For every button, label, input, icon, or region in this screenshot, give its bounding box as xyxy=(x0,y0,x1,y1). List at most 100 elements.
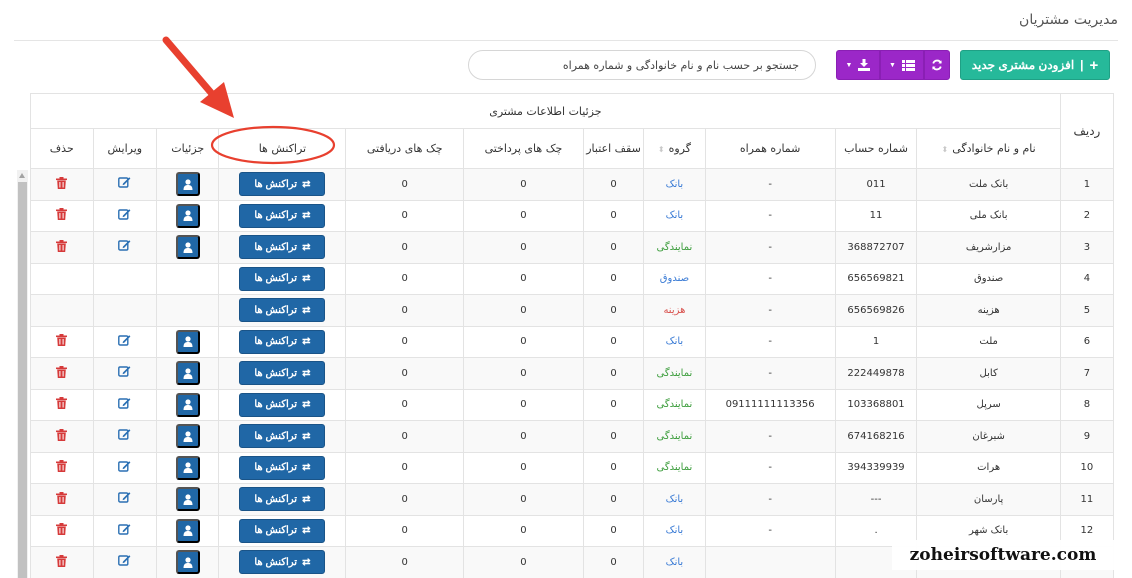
trash-icon[interactable] xyxy=(56,491,68,507)
details-button[interactable] xyxy=(175,361,200,386)
column-header-name[interactable]: نام و نام خانوادگی⬍ xyxy=(916,128,1061,169)
user-icon xyxy=(183,368,193,379)
user-icon xyxy=(183,525,193,537)
trash-icon[interactable] xyxy=(56,208,68,223)
edit-icon[interactable] xyxy=(118,335,131,350)
sort-icon: ⬍ xyxy=(941,145,949,154)
transactions-button-label: تراکنش ها xyxy=(254,556,298,568)
user-icon xyxy=(183,210,193,222)
cell-transactions: ⇄ تراکنش ها xyxy=(218,199,347,232)
cell-edit xyxy=(92,483,158,516)
cell-received-checks: 0 xyxy=(345,388,465,421)
details-button[interactable] xyxy=(175,424,200,449)
vertical-scrollbar[interactable] xyxy=(17,170,28,578)
cell-mobile: - xyxy=(704,262,836,295)
cell-edit xyxy=(92,231,158,264)
edit-icon[interactable] xyxy=(118,240,131,255)
cell-paid-checks: 0 xyxy=(463,483,584,516)
trash-icon[interactable] xyxy=(56,397,68,412)
exchange-icon: ⇄ xyxy=(302,304,311,316)
cell-details xyxy=(156,199,220,232)
transactions-button[interactable]: ⇄ تراکنش ها xyxy=(239,424,326,449)
cell-name: هزینه xyxy=(916,294,1061,327)
search-input[interactable] xyxy=(468,50,816,80)
title-divider xyxy=(14,40,1118,41)
trash-icon[interactable] xyxy=(56,239,68,255)
edit-icon[interactable] xyxy=(118,461,131,476)
edit-icon[interactable] xyxy=(118,398,131,413)
edit-icon[interactable] xyxy=(118,366,131,381)
trash-icon[interactable] xyxy=(56,176,68,192)
cell-details xyxy=(156,514,220,547)
cell-group: بانک xyxy=(643,546,706,578)
add-customer-label: افزودن مشتری جدید xyxy=(971,58,1075,72)
transactions-button[interactable]: ⇄ تراکنش ها xyxy=(239,487,326,512)
exchange-icon: ⇄ xyxy=(302,367,311,379)
transactions-button[interactable]: ⇄ تراکنش ها xyxy=(239,298,326,323)
scroll-up-arrow-icon[interactable] xyxy=(19,173,25,178)
cell-rowno: 4 xyxy=(1059,262,1114,295)
details-button[interactable] xyxy=(175,235,200,260)
details-button[interactable] xyxy=(175,329,200,354)
transactions-button-label: تراکنش ها xyxy=(254,273,298,285)
edit-icon[interactable] xyxy=(118,177,131,192)
trash-icon[interactable] xyxy=(56,523,68,538)
cell-credit: 0 xyxy=(582,357,645,390)
transactions-button[interactable]: ⇄ تراکنش ها xyxy=(239,361,326,386)
table-row: 7 کابل 222449878- نمایندگی 0 0 0 ⇄ تراکنش ها xyxy=(30,357,1114,390)
details-button[interactable] xyxy=(175,455,200,480)
edit-icon[interactable] xyxy=(118,492,131,507)
details-button[interactable] xyxy=(175,392,200,417)
cell-paid-checks: 0 xyxy=(463,357,584,390)
cell-account: 656569821 xyxy=(834,262,918,295)
transactions-button[interactable]: ⇄ تراکنش ها xyxy=(239,266,326,291)
cell-delete xyxy=(30,357,94,390)
column-header-details: جزئیات xyxy=(156,128,220,169)
edit-icon[interactable] xyxy=(118,429,131,444)
table-row: 3 مزارشریف 368872707- نمایندگی 0 0 0 ⇄ تراکنش ها xyxy=(30,231,1114,264)
user-icon xyxy=(183,242,193,253)
trash-icon[interactable] xyxy=(56,334,68,349)
transactions-button[interactable]: ⇄ تراکنش ها xyxy=(239,550,326,575)
cell-credit: 0 xyxy=(582,294,645,327)
watermark: zoheirsoftware.com xyxy=(892,540,1114,570)
transactions-button[interactable]: ⇄ تراکنش ها xyxy=(239,235,326,260)
cell-edit xyxy=(92,388,158,421)
column-header-group[interactable]: گروه⬍ xyxy=(643,128,706,169)
cell-transactions: ⇄ تراکنش ها xyxy=(218,168,347,201)
cell-rowno: 1 xyxy=(1059,168,1114,201)
edit-icon[interactable] xyxy=(118,209,131,224)
export-button[interactable]: ▼ xyxy=(836,50,880,80)
add-customer-button[interactable]: + | افزودن مشتری جدید xyxy=(960,50,1110,80)
trash-icon[interactable] xyxy=(56,460,68,475)
transactions-button-label: تراکنش ها xyxy=(254,399,298,411)
refresh-button[interactable] xyxy=(924,50,950,80)
transactions-button[interactable]: ⇄ تراکنش ها xyxy=(239,203,326,228)
transactions-button[interactable]: ⇄ تراکنش ها xyxy=(239,518,326,543)
edit-icon[interactable] xyxy=(118,524,131,539)
edit-icon[interactable] xyxy=(118,555,131,570)
scrollbar-thumb[interactable] xyxy=(18,182,27,578)
transactions-button[interactable]: ⇄ تراکنش ها xyxy=(239,455,326,480)
cell-paid-checks: 0 xyxy=(463,420,584,453)
cell-group: نمایندگی xyxy=(643,231,706,264)
transactions-button[interactable]: ⇄ تراکنش ها xyxy=(239,329,326,354)
trash-icon[interactable] xyxy=(56,428,68,444)
details-button[interactable] xyxy=(175,518,200,543)
columns-toggle-button[interactable]: ▼ xyxy=(880,50,924,80)
cell-edit xyxy=(92,451,158,484)
cell-credit: 0 xyxy=(582,388,645,421)
transactions-button[interactable]: ⇄ تراکنش ها xyxy=(239,392,326,417)
details-button[interactable] xyxy=(175,203,200,228)
details-button[interactable] xyxy=(175,487,200,512)
column-header-credit: سقف اعتبار xyxy=(582,128,645,169)
cell-details xyxy=(156,231,220,264)
trash-icon[interactable] xyxy=(56,554,68,570)
details-button[interactable] xyxy=(175,550,200,575)
trash-icon[interactable] xyxy=(56,365,68,381)
cell-name: صندوق xyxy=(916,262,1061,295)
details-button[interactable] xyxy=(175,172,200,197)
exchange-icon: ⇄ xyxy=(302,525,311,537)
table-row: 11 پارسان --- - بانک 0 0 0 ⇄ تراکنش ها xyxy=(30,483,1114,516)
transactions-button[interactable]: ⇄ تراکنش ها xyxy=(239,172,326,197)
